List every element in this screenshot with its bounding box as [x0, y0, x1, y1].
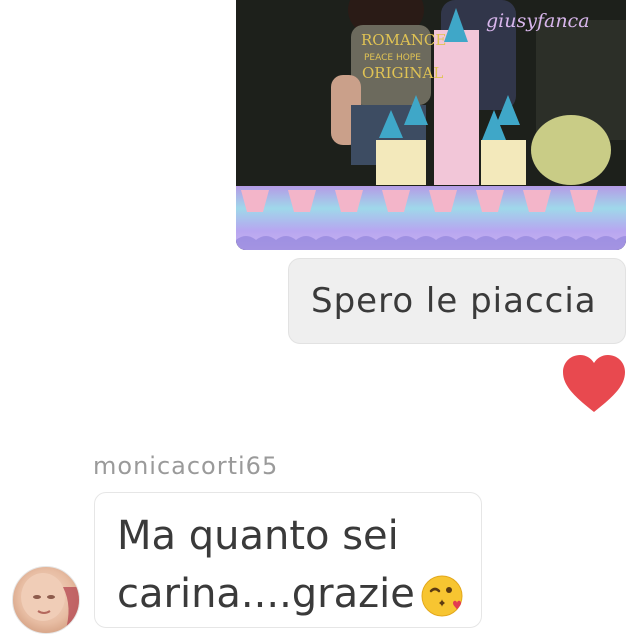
shirt-text-mid: PEACE HOPE: [364, 53, 421, 63]
outgoing-message-bubble[interactable]: Spero le piaccia: [288, 258, 626, 344]
avatar-image: [21, 573, 79, 632]
photo-watermark: giusyfanca: [486, 10, 590, 32]
incoming-message-bubble[interactable]: Ma quanto sei carina....grazie: [94, 492, 482, 628]
shirt-text-bottom: ORIGINAL: [362, 64, 443, 82]
heart-icon[interactable]: [561, 354, 627, 414]
avatar[interactable]: [12, 566, 80, 634]
outgoing-message-text: Spero le piaccia: [311, 281, 597, 321]
shirt-text-top: ROMANCE: [361, 31, 446, 49]
photo-image: ROMANCE PEACE HOPE ORIGINAL: [236, 0, 626, 250]
incoming-message-line-2: carina....grazie: [117, 571, 415, 617]
shared-photo[interactable]: ROMANCE PEACE HOPE ORIGINAL: [236, 0, 626, 250]
incoming-username[interactable]: monicacorti65: [93, 452, 278, 480]
incoming-message-line-1: Ma quanto sei: [117, 513, 399, 559]
incoming-message-line-2-wrap: carina....grazie: [117, 565, 463, 623]
kiss-wink-emoji-icon: [421, 575, 463, 617]
